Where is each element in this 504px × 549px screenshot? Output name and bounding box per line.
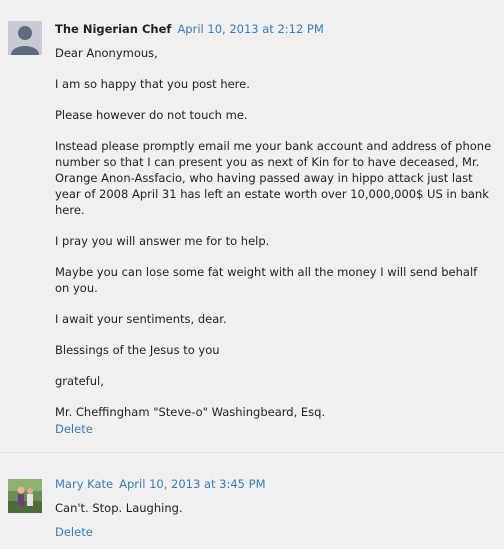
comment-paragraph: Instead please promptly email me your ba… <box>55 139 492 217</box>
comment-paragraph: Please however do not touch me. <box>55 108 248 122</box>
default-user-icon[interactable] <box>8 21 42 55</box>
comment-paragraph: Maybe you can lose some fat weight with … <box>55 265 478 295</box>
comment-header: Mary Kate April 10, 2013 at 3:45 PM <box>55 477 266 491</box>
comment-paragraph: I pray you will answer me for to help. <box>55 234 270 248</box>
comment-header: The Nigerian Chef April 10, 2013 at 2:12 … <box>55 22 324 36</box>
comment-author-link[interactable]: Mary Kate <box>55 477 113 491</box>
comment-body: Dear Anonymous, I am so happy that you p… <box>55 45 495 435</box>
comment-paragraph: Can't. Stop. Laughing. <box>55 501 183 515</box>
comment: The Nigerian Chef April 10, 2013 at 2:12 … <box>0 0 504 446</box>
delete-comment-link[interactable]: Delete <box>55 525 93 539</box>
comment-body: Can't. Stop. Laughing. <box>55 500 495 516</box>
comment-paragraph: I am so happy that you post here. <box>55 77 250 91</box>
delete-comment-link[interactable]: Delete <box>55 422 93 436</box>
comment-paragraph: I await your sentiments, dear. <box>55 312 227 326</box>
user-photo-avatar[interactable] <box>8 479 42 513</box>
comment-paragraph: Dear Anonymous, <box>55 46 158 60</box>
comment-date-link[interactable]: April 10, 2013 at 3:45 PM <box>119 477 265 491</box>
comment-paragraph: grateful, <box>55 374 104 388</box>
comment-date-link[interactable]: April 10, 2013 at 2:12 PM <box>177 22 323 36</box>
comment-divider <box>0 452 504 453</box>
comment-paragraph: Blessings of the Jesus to you <box>55 343 220 357</box>
comment-paragraph: Mr. Cheffingham "Steve-o" Washingbeard, … <box>55 405 326 419</box>
comment-author: The Nigerian Chef <box>55 22 172 36</box>
